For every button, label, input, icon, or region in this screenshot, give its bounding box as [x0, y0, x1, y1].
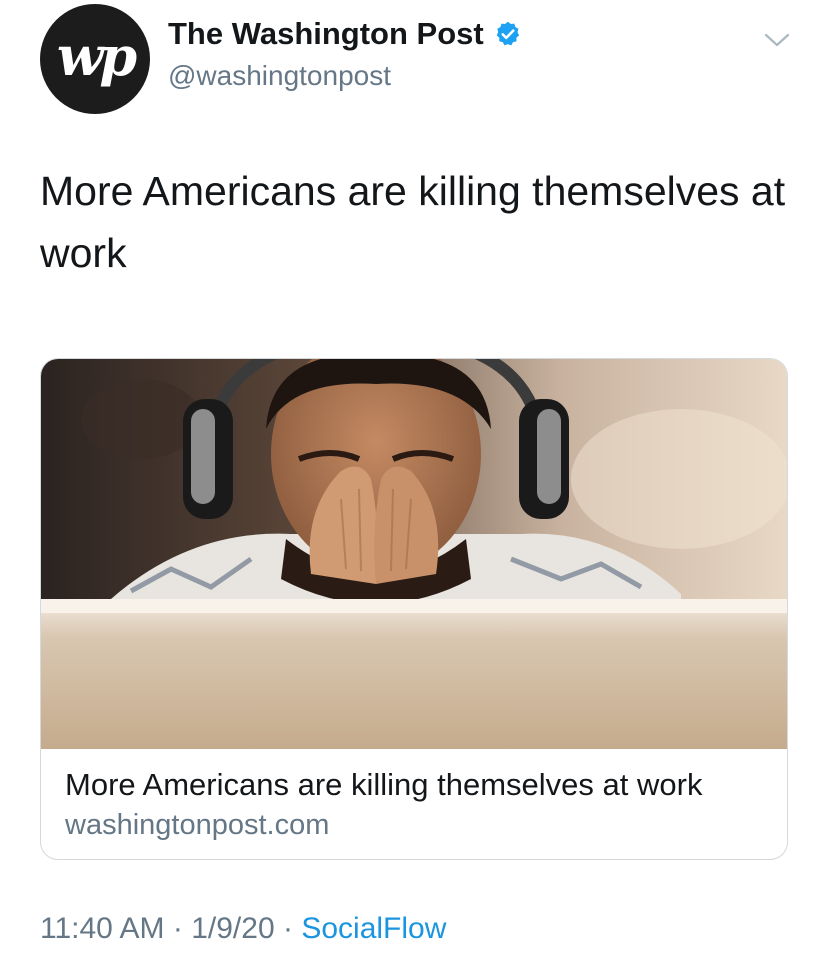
- card-image: [41, 359, 787, 749]
- card-title[interactable]: More Americans are killing themselves at…: [65, 767, 702, 803]
- card-domain: washingtonpost.com: [65, 809, 330, 841]
- link-card[interactable]: More Americans are killing themselves at…: [40, 358, 788, 860]
- author-display-name[interactable]: The Washington Post: [168, 16, 484, 52]
- avatar[interactable]: wp: [40, 4, 150, 114]
- tweet-meta: 11:40 AM · 1/9/20 · SocialFlow: [40, 912, 446, 946]
- verified-badge-icon: [496, 21, 519, 46]
- author-name-row: The Washington Post: [168, 16, 522, 52]
- tweet-time[interactable]: 11:40 AM: [40, 912, 165, 945]
- author-handle[interactable]: @washingtonpost: [168, 60, 391, 92]
- meta-separator: ·: [172, 912, 183, 945]
- tweet-text: More Americans are killing themselves at…: [40, 168, 786, 276]
- meta-separator: ·: [282, 912, 293, 945]
- tweet-date[interactable]: 1/9/20: [191, 912, 274, 945]
- tweet-source-link[interactable]: SocialFlow: [301, 912, 446, 945]
- avatar-logo: wp: [56, 24, 137, 88]
- chevron-down-icon[interactable]: [762, 30, 792, 50]
